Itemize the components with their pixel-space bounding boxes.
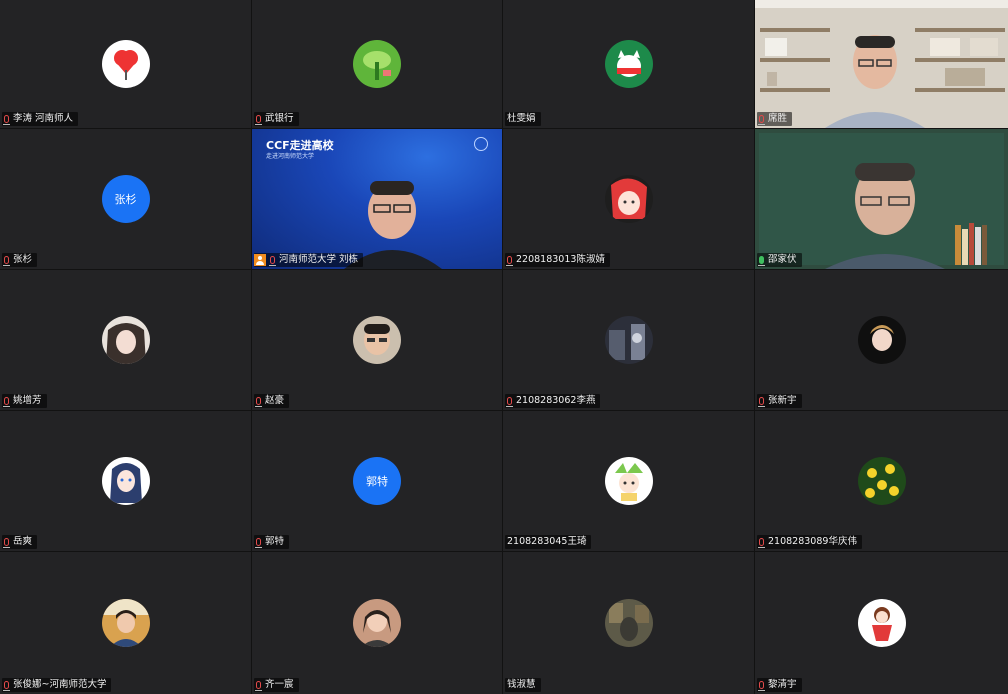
- mic-muted-icon: [269, 256, 276, 266]
- mic-muted-icon: [758, 397, 765, 407]
- participant-name: 姚增芳: [13, 395, 42, 406]
- participant-tile[interactable]: 黎清宇: [755, 552, 1008, 694]
- participant-name: 齐一宸: [265, 679, 294, 690]
- portrait-icon: [101, 316, 150, 364]
- participant-name: 2108283062李燕: [516, 395, 596, 406]
- participant-tile[interactable]: 2108283089华庆伟: [755, 411, 1008, 551]
- portrait-icon: [353, 599, 401, 647]
- mic-muted-icon: [3, 681, 10, 691]
- mic-muted-icon: [255, 538, 262, 548]
- mic-muted-icon: [758, 681, 765, 691]
- participant-name-bar: 邵家伏: [757, 253, 802, 267]
- participant-name: 杜雯娟: [507, 113, 536, 124]
- participant-tile[interactable]: 武银行: [252, 0, 502, 128]
- dark-photo-icon: [604, 316, 653, 364]
- participant-name-bar: 张新宇: [757, 394, 802, 408]
- participant-tile[interactable]: 李涛 河南师人: [0, 0, 251, 128]
- participant-name: 武银行: [265, 113, 294, 124]
- camera-video: [755, 0, 1008, 128]
- participant-name: 席胜: [768, 113, 788, 124]
- participant-tile[interactable]: 张俊娜~河南师范大学: [0, 552, 251, 694]
- mic-muted-icon: [506, 397, 513, 407]
- participant-name: 钱淑慧: [507, 679, 536, 690]
- participant-name-bar: 2108283089华庆伟: [757, 535, 862, 549]
- participant-tile-speaking[interactable]: 邵家伏: [755, 129, 1008, 269]
- participant-tile[interactable]: 杜雯娟: [503, 0, 754, 128]
- participant-name: 2108283089华庆伟: [768, 536, 857, 547]
- participant-name-bar: 姚增芳: [2, 394, 47, 408]
- participant-name-bar: 黎清宇: [757, 678, 802, 692]
- participant-tile[interactable]: 2108283062李燕: [503, 270, 754, 410]
- participant-tile[interactable]: 张杉 张杉: [0, 129, 251, 269]
- participant-tile[interactable]: 郭特 郭特: [252, 411, 502, 551]
- participant-name: 岳爽: [13, 536, 33, 547]
- participant-tile[interactable]: 张新宇: [755, 270, 1008, 410]
- mic-muted-icon: [758, 538, 765, 548]
- participant-name: 河南师范大学 刘栋: [279, 254, 359, 265]
- participant-name-bar: 张杉: [2, 253, 38, 267]
- participant-name: 黎清宇: [768, 679, 797, 690]
- participant-name-bar: 张俊娜~河南师范大学: [2, 678, 112, 692]
- participant-name: 张新宇: [768, 395, 797, 406]
- mic-muted-icon: [255, 115, 262, 125]
- participant-name-bar: 钱淑慧: [505, 678, 541, 692]
- participant-name-bar: 2208183013陈淑婧: [505, 253, 610, 267]
- participant-tile[interactable]: 2108283045王琦: [503, 411, 754, 551]
- participant-name: 赵豪: [265, 395, 285, 406]
- participant-name-bar: 武银行: [254, 112, 299, 126]
- participant-name: 邵家伏: [768, 254, 797, 265]
- mic-muted-icon: [3, 538, 10, 548]
- mic-muted-icon: [255, 681, 262, 691]
- green-leaf-icon: [353, 40, 401, 88]
- participant-name-bar: 席胜: [757, 112, 793, 126]
- initials-avatar: 郭特: [353, 457, 401, 505]
- cat-icon: [604, 40, 653, 88]
- participant-tile[interactable]: 姚增芳: [0, 270, 251, 410]
- portrait-icon: [101, 599, 150, 647]
- participant-name-bar: 郭特: [254, 535, 290, 549]
- participant-name-bar: 2108283045王琦: [505, 535, 592, 549]
- participant-name: 张杉: [13, 254, 33, 265]
- participant-tile[interactable]: 席胜: [755, 0, 1008, 128]
- camera-video: CCF走进高校 走进河南师范大学: [252, 129, 502, 269]
- participant-name: 2108283045王琦: [507, 536, 587, 547]
- mic-muted-icon: [758, 115, 765, 125]
- participant-name-bar: 2108283062李燕: [505, 394, 601, 408]
- participant-name-bar: 杜雯娟: [505, 112, 541, 126]
- participant-name: 郭特: [265, 536, 285, 547]
- participant-name-bar: 李涛 河南师人: [2, 112, 79, 126]
- participant-tile[interactable]: 赵豪: [252, 270, 502, 410]
- mic-muted-icon: [3, 115, 10, 125]
- cartoon-icon: [857, 599, 906, 647]
- mic-muted-icon: [506, 256, 513, 266]
- participant-name-bar: 赵豪: [254, 394, 290, 408]
- host-icon: [254, 254, 266, 266]
- participant-name-bar: 岳爽: [2, 535, 38, 549]
- participant-tile[interactable]: 2208183013陈淑婧: [503, 129, 754, 269]
- participant-name: 李涛 河南师人: [13, 113, 74, 124]
- mic-active-icon: [758, 256, 765, 266]
- participant-tile[interactable]: 齐一宸: [252, 552, 502, 694]
- anime-girl-icon: [604, 175, 653, 223]
- flowers-icon: [857, 457, 906, 505]
- participant-tile[interactable]: 钱淑慧: [503, 552, 754, 694]
- participant-tile[interactable]: 岳爽: [0, 411, 251, 551]
- mic-muted-icon: [3, 256, 10, 266]
- participant-tile-host[interactable]: CCF走进高校 走进河南师范大学 河南师范大学 刘栋: [252, 129, 502, 269]
- initials-avatar: 张杉: [101, 175, 150, 223]
- participant-name-bar: 齐一宸: [254, 678, 299, 692]
- participant-name: 张俊娜~河南师范大学: [13, 679, 107, 690]
- portrait-icon: [353, 316, 401, 364]
- participant-name: 2208183013陈淑婧: [516, 254, 605, 265]
- portrait-icon: [604, 599, 653, 647]
- heart-tree-icon: [101, 40, 150, 88]
- participant-name-bar: 河南师范大学 刘栋: [254, 253, 364, 267]
- anime-girl-icon: [101, 457, 150, 505]
- cartoon-icon: [604, 457, 653, 505]
- portrait-icon: [857, 316, 906, 364]
- camera-video: [755, 129, 1008, 269]
- video-grid: 李涛 河南师人 武银行 杜雯娟 席胜 张杉 张杉 CCF走进高校 走进河南师范大…: [0, 0, 1008, 694]
- mic-muted-icon: [3, 397, 10, 407]
- mic-muted-icon: [255, 397, 262, 407]
